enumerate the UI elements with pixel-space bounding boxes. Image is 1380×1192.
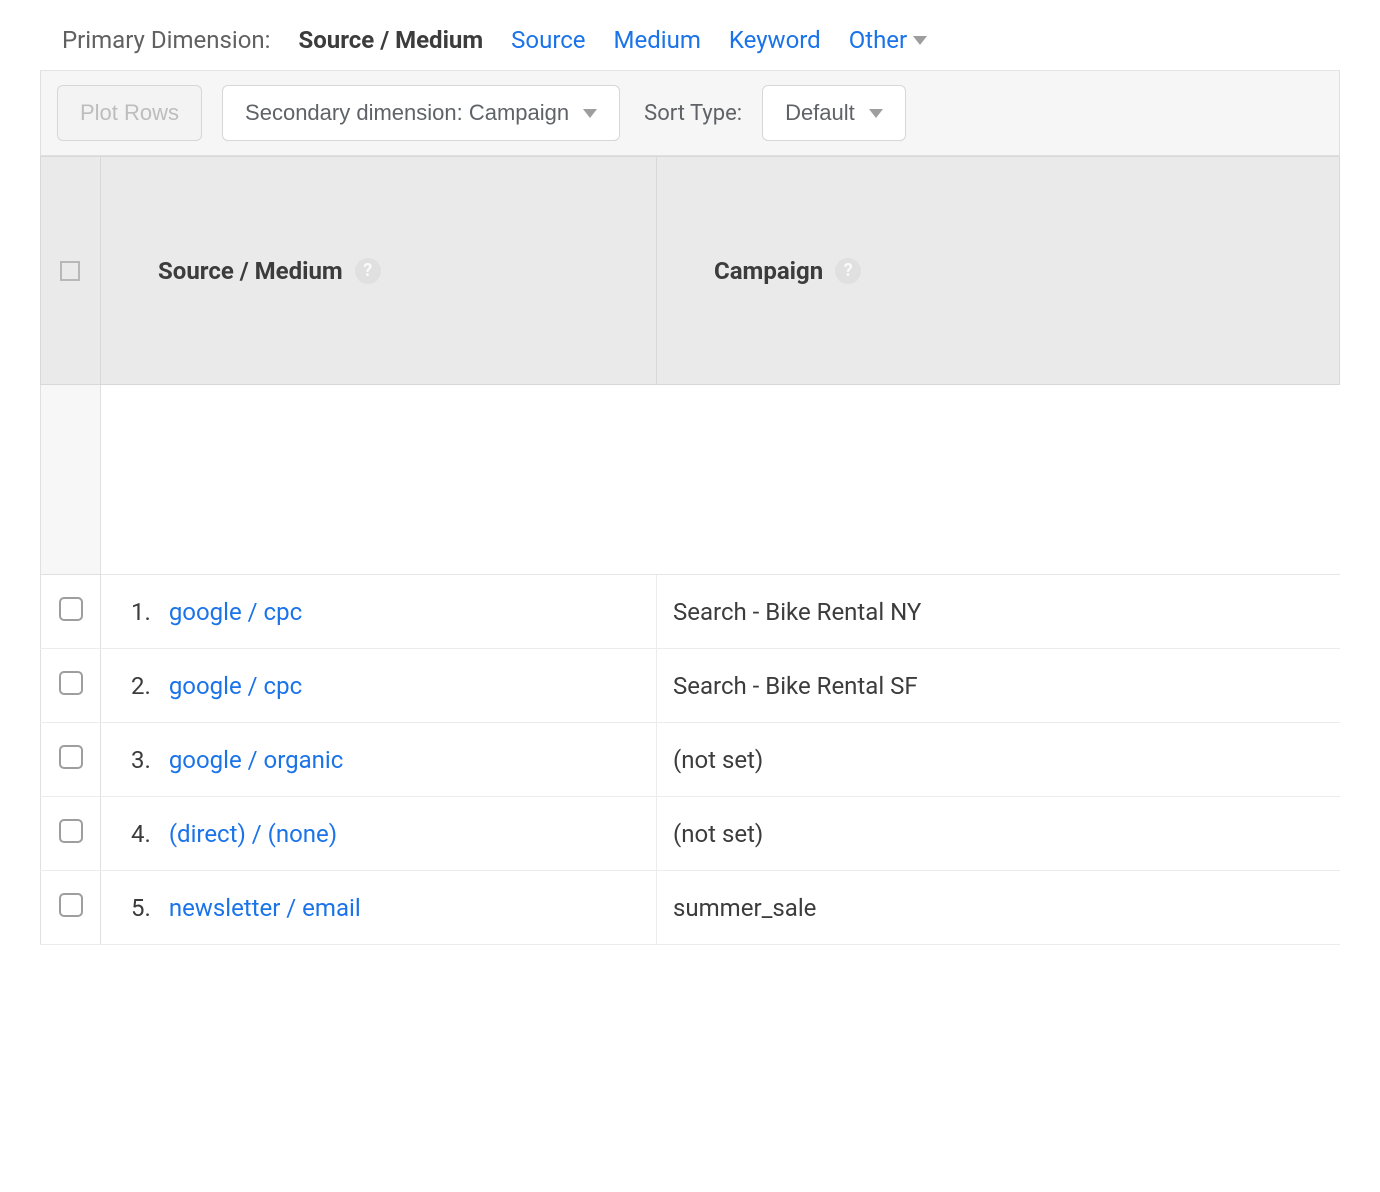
row-checkbox[interactable] xyxy=(59,597,83,621)
row-number: 1. xyxy=(131,598,151,626)
table-row: 3. google / organic (not set) xyxy=(41,723,1340,797)
source-medium-link[interactable]: google / organic xyxy=(169,746,343,774)
table-row: 5. newsletter / email summer_sale xyxy=(41,871,1340,945)
select-all-checkbox[interactable] xyxy=(60,261,80,281)
help-icon[interactable]: ? xyxy=(835,258,861,284)
chevron-down-icon xyxy=(583,109,597,118)
primary-dimension-label: Primary Dimension: xyxy=(62,26,270,54)
row-number: 5. xyxy=(131,894,151,922)
row-checkbox[interactable] xyxy=(59,893,83,917)
campaign-cell: (not set) xyxy=(657,723,1340,797)
source-medium-link[interactable]: newsletter / email xyxy=(169,894,361,922)
row-number: 2. xyxy=(131,672,151,700)
source-medium-link[interactable]: (direct) / (none) xyxy=(169,820,337,848)
primary-dimension-bar: Primary Dimension: Source / Medium Sourc… xyxy=(40,20,1340,71)
source-medium-link[interactable]: google / cpc xyxy=(169,598,302,626)
data-table: Source / Medium ? Campaign ? 1. google / … xyxy=(40,156,1340,945)
table-row: 4. (direct) / (none) (not set) xyxy=(41,797,1340,871)
toolbar: Plot Rows Secondary dimension: Campaign … xyxy=(40,71,1340,156)
plot-rows-button: Plot Rows xyxy=(57,85,202,141)
column-header-source-medium[interactable]: Source / Medium ? xyxy=(101,157,657,385)
campaign-cell: summer_sale xyxy=(657,871,1340,945)
header-checkbox-cell xyxy=(41,157,101,385)
secondary-dimension-select[interactable]: Secondary dimension: Campaign xyxy=(222,85,620,141)
campaign-cell: Search - Bike Rental NY xyxy=(657,575,1340,649)
campaign-cell: (not set) xyxy=(657,797,1340,871)
table-row: 2. google / cpc Search - Bike Rental SF xyxy=(41,649,1340,723)
help-icon[interactable]: ? xyxy=(355,258,381,284)
sort-type-label: Sort Type: xyxy=(644,101,742,126)
row-checkbox[interactable] xyxy=(59,745,83,769)
row-checkbox[interactable] xyxy=(59,819,83,843)
row-checkbox[interactable] xyxy=(59,671,83,695)
campaign-cell: Search - Bike Rental SF xyxy=(657,649,1340,723)
summary-row xyxy=(41,385,1340,575)
chevron-down-icon xyxy=(913,36,927,45)
sort-type-select[interactable]: Default xyxy=(762,85,906,141)
row-number: 3. xyxy=(131,746,151,774)
chevron-down-icon xyxy=(869,109,883,118)
dimension-tab-medium[interactable]: Medium xyxy=(614,26,701,54)
row-number: 4. xyxy=(131,820,151,848)
table-row: 1. google / cpc Search - Bike Rental NY xyxy=(41,575,1340,649)
dimension-tab-source-medium[interactable]: Source / Medium xyxy=(298,26,483,54)
source-medium-link[interactable]: google / cpc xyxy=(169,672,302,700)
dimension-tab-other[interactable]: Other xyxy=(849,26,927,54)
dimension-tab-keyword[interactable]: Keyword xyxy=(729,26,821,54)
column-header-campaign[interactable]: Campaign ? xyxy=(657,157,1340,385)
dimension-tab-source[interactable]: Source xyxy=(511,26,585,54)
